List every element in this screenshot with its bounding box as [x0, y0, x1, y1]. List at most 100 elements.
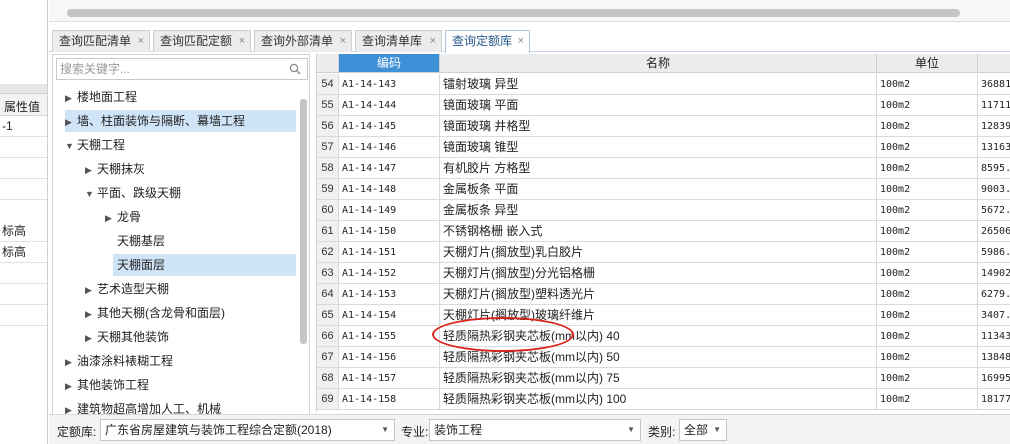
- code-cell[interactable]: A1-14-153: [339, 284, 440, 305]
- expand-arrow-icon[interactable]: ▶: [85, 327, 97, 349]
- tree-node[interactable]: ▶ 天棚其他装饰: [85, 326, 299, 348]
- unit-cell[interactable]: 100m2: [877, 305, 978, 326]
- name-cell[interactable]: 天棚灯片(搁放型)玻璃纤维片: [440, 305, 877, 326]
- name-cell[interactable]: 轻质隔热彩钢夹芯板(mm以内) 40: [440, 326, 877, 347]
- name-cell[interactable]: 轻质隔热彩钢夹芯板(mm以内) 75: [440, 368, 877, 389]
- code-cell[interactable]: A1-14-156: [339, 347, 440, 368]
- scrollbar-thumb[interactable]: [67, 9, 960, 17]
- price-cell[interactable]: 6279.(: [978, 284, 1010, 305]
- name-column-header[interactable]: 名称: [440, 54, 877, 73]
- row-number-cell[interactable]: 57: [317, 137, 339, 158]
- price-cell[interactable]: 36881: [978, 74, 1010, 95]
- code-cell[interactable]: A1-14-143: [339, 74, 440, 95]
- name-cell[interactable]: 天棚灯片(搁放型)塑料透光片: [440, 284, 877, 305]
- code-cell[interactable]: A1-14-150: [339, 221, 440, 242]
- property-row[interactable]: [0, 137, 47, 158]
- search-input[interactable]: [57, 59, 277, 79]
- unit-cell[interactable]: 100m2: [877, 368, 978, 389]
- tree-node[interactable]: ▶ 墙、柱面装饰与隔断、幕墙工程: [65, 110, 296, 132]
- expand-arrow-icon[interactable]: ▶: [85, 159, 97, 181]
- code-cell[interactable]: A1-14-155: [339, 326, 440, 347]
- tab-query-quota-library[interactable]: 查询定额库 ×: [445, 30, 530, 53]
- property-row[interactable]: 标高: [0, 221, 47, 242]
- tab-query-external-list[interactable]: 查询外部清单 ×: [254, 30, 352, 52]
- property-row[interactable]: [0, 158, 47, 179]
- name-cell[interactable]: 镜面玻璃 锥型: [440, 137, 877, 158]
- row-number-cell[interactable]: 62: [317, 242, 339, 263]
- expand-arrow-icon[interactable]: ▶: [85, 303, 97, 325]
- price-cell[interactable]: 9003.(: [978, 179, 1010, 200]
- property-row[interactable]: -1: [0, 116, 47, 137]
- close-icon[interactable]: ×: [430, 31, 436, 51]
- row-number-cell[interactable]: 61: [317, 221, 339, 242]
- collapse-arrow-icon[interactable]: ▼: [65, 135, 77, 157]
- tree-node[interactable]: ▶ 艺术造型天棚: [85, 278, 299, 300]
- table-row[interactable]: 55 A1-14-144 镜面玻璃 平面 100m2 11711: [317, 95, 1010, 116]
- row-number-cell[interactable]: 63: [317, 263, 339, 284]
- horizontal-scrollbar[interactable]: [49, 0, 1010, 22]
- price-cell[interactable]: 18177: [978, 389, 1010, 410]
- price-cell[interactable]: 13848: [978, 347, 1010, 368]
- row-number-cell[interactable]: 69: [317, 389, 339, 410]
- code-cell[interactable]: A1-14-144: [339, 95, 440, 116]
- price-cell[interactable]: 5672.: [978, 200, 1010, 221]
- tree-scrollbar-thumb[interactable]: [300, 99, 307, 344]
- unit-cell[interactable]: 100m2: [877, 95, 978, 116]
- code-cell[interactable]: A1-14-146: [339, 137, 440, 158]
- tree-node-selected[interactable]: 天棚面层: [113, 254, 296, 276]
- table-row[interactable]: 64A1-14-153天棚灯片(搁放型)塑料透光片100m26279.(: [317, 284, 1010, 305]
- row-number-cell[interactable]: 60: [317, 200, 339, 221]
- price-cell[interactable]: 5986.(: [978, 242, 1010, 263]
- price-cell[interactable]: 14902: [978, 263, 1010, 284]
- code-cell[interactable]: A1-14-151: [339, 242, 440, 263]
- unit-cell[interactable]: 100m2: [877, 389, 978, 410]
- table-row[interactable]: 69 A1-14-158 轻质隔热彩钢夹芯板(mm以内) 100 100m2 18177: [317, 389, 1010, 410]
- expand-arrow-icon[interactable]: ▶: [65, 111, 77, 133]
- table-row[interactable]: 60 A1-14-149 金属板条 异型 100m2 5672.: [317, 200, 1010, 221]
- property-row[interactable]: [0, 305, 47, 326]
- tree-node[interactable]: ▶ 龙骨: [105, 206, 299, 228]
- property-row[interactable]: [0, 263, 47, 284]
- tab-query-matched-quota[interactable]: 查询匹配定额 ×: [153, 30, 251, 52]
- price-cell[interactable]: 8595.(: [978, 158, 1010, 179]
- price-cell[interactable]: 11711: [978, 95, 1010, 116]
- row-number-cell[interactable]: 64: [317, 284, 339, 305]
- property-row[interactable]: [0, 179, 47, 200]
- code-cell[interactable]: A1-14-149: [339, 200, 440, 221]
- expand-arrow-icon[interactable]: ▶: [105, 207, 117, 229]
- unit-cell[interactable]: 100m2: [877, 284, 978, 305]
- unit-cell[interactable]: 100m2: [877, 116, 978, 137]
- unit-cell[interactable]: 100m2: [877, 179, 978, 200]
- name-cell[interactable]: 金属板条 异型: [440, 200, 877, 221]
- tree-node[interactable]: ▼ 平面、跌级天棚: [85, 182, 299, 204]
- close-icon[interactable]: ×: [340, 31, 346, 51]
- code-cell[interactable]: A1-14-152: [339, 263, 440, 284]
- unit-cell[interactable]: 100m2: [877, 158, 978, 179]
- row-number-cell[interactable]: 54: [317, 74, 339, 95]
- table-row[interactable]: 59A1-14-148金属板条 平面100m29003.(: [317, 179, 1010, 200]
- tree-node[interactable]: ▶ 天棚抹灰: [85, 158, 299, 180]
- price-cell[interactable]: 3407.8: [978, 305, 1010, 326]
- name-cell[interactable]: 金属板条 平面: [440, 179, 877, 200]
- name-cell[interactable]: 天棚灯片(搁放型)乳白胶片: [440, 242, 877, 263]
- price-cell[interactable]: 11343: [978, 326, 1010, 347]
- name-cell[interactable]: 轻质隔热彩钢夹芯板(mm以内) 100: [440, 389, 877, 410]
- code-cell[interactable]: A1-14-148: [339, 179, 440, 200]
- row-number-cell[interactable]: 59: [317, 179, 339, 200]
- table-row[interactable]: 58A1-14-147有机胶片 方格型100m28595.(: [317, 158, 1010, 179]
- unit-cell[interactable]: 100m2: [877, 74, 978, 95]
- row-number-cell[interactable]: 68: [317, 368, 339, 389]
- expand-arrow-icon[interactable]: ▶: [65, 351, 77, 373]
- row-number-cell[interactable]: 55: [317, 95, 339, 116]
- row-number-cell[interactable]: 66: [317, 326, 339, 347]
- table-row[interactable]: 68 A1-14-157 轻质隔热彩钢夹芯板(mm以内) 75 100m2 16995: [317, 368, 1010, 389]
- unit-cell[interactable]: 100m2: [877, 326, 978, 347]
- price-cell[interactable]: 26506: [978, 221, 1010, 242]
- table-row[interactable]: 63 A1-14-152 天棚灯片(搁放型)分光铝格栅 100m2 14902: [317, 263, 1010, 284]
- table-row[interactable]: 62A1-14-151天棚灯片(搁放型)乳白胶片100m25986.(: [317, 242, 1010, 263]
- code-cell[interactable]: A1-14-145: [339, 116, 440, 137]
- unit-cell[interactable]: 100m2: [877, 200, 978, 221]
- tab-query-list-library[interactable]: 查询清单库 ×: [355, 30, 442, 52]
- tree-node[interactable]: ▶ 楼地面工程: [65, 86, 299, 108]
- tree-node[interactable]: 天棚基层: [113, 230, 297, 252]
